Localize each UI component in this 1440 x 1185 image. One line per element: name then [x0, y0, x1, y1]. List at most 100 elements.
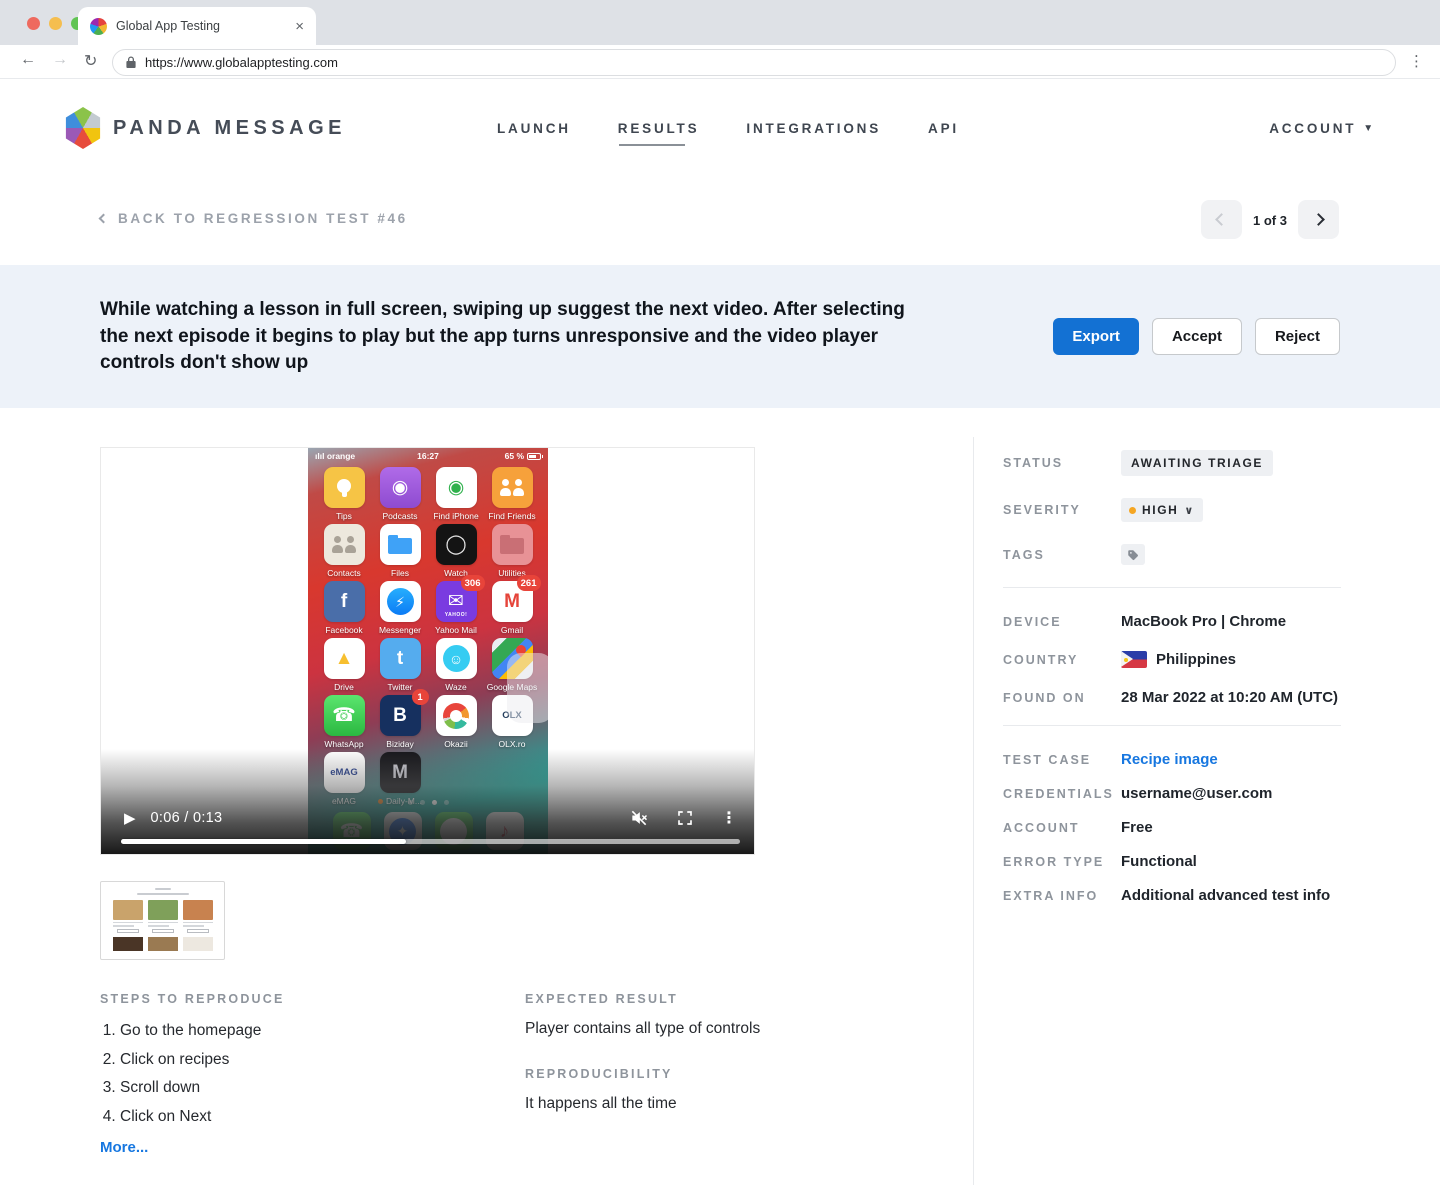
browser-tab[interactable]: Global App Testing ×	[78, 7, 316, 45]
notification-badge: 1	[412, 689, 429, 705]
phone-status-bar: ılıl orange 16:27 65 %	[308, 448, 548, 464]
phone-app-tips: Tips	[316, 467, 372, 521]
phone-app-podcasts: ◉Podcasts	[372, 467, 428, 521]
steps-to-reproduce-section: STEPS TO REPRODUCE Go to the homepageCli…	[100, 992, 480, 1157]
chevron-down-icon: ▼	[1363, 123, 1376, 134]
nav-results[interactable]: RESULTS	[618, 121, 700, 136]
chevron-right-icon	[1312, 213, 1325, 226]
back-link-label: BACK TO REGRESSION TEST #46	[118, 211, 408, 226]
step-item: Scroll down	[120, 1079, 480, 1097]
thumb-heading	[155, 888, 171, 890]
notification-badge: 261	[517, 575, 541, 591]
url-text: https://www.globalapptesting.com	[145, 55, 338, 70]
video-progress-bar[interactable]	[121, 839, 740, 844]
test-case-link[interactable]: Recipe image	[1121, 751, 1218, 768]
main-nav: LAUNCH RESULTS INTEGRATIONS API	[497, 121, 959, 136]
philippines-flag-icon	[1121, 651, 1147, 668]
browser-toolbar: ← → ↻ https://www.globalapptesting.com ⋮	[0, 45, 1440, 79]
thumb-subheading	[137, 893, 189, 895]
recipe-page-thumbnail[interactable]	[100, 881, 225, 960]
thumb-cards	[110, 900, 215, 934]
chevron-left-icon	[1215, 213, 1228, 226]
panda-message-logo[interactable]	[64, 107, 102, 149]
previous-bug-button[interactable]	[1201, 200, 1242, 239]
extra-info-label: EXTRA INFO	[1003, 889, 1121, 903]
reject-button[interactable]: Reject	[1255, 318, 1340, 355]
more-link[interactable]: More...	[100, 1139, 148, 1156]
notification-badge: 306	[461, 575, 485, 591]
test-case-label: TEST CASE	[1003, 753, 1121, 767]
status-badge: AWAITING TRIAGE	[1121, 450, 1273, 476]
phone-app-utilities: Utilities	[484, 524, 540, 578]
error-type-label: ERROR TYPE	[1003, 855, 1121, 869]
tags-label: TAGS	[1003, 548, 1121, 562]
expected-text: Player contains all type of controls	[525, 1020, 945, 1038]
pagination-label: 1 of 3	[1246, 213, 1294, 228]
phone-battery: 65 %	[505, 451, 541, 461]
divider	[1003, 725, 1341, 726]
bug-title-band: While watching a lesson in full screen, …	[0, 265, 1440, 408]
phone-app-okazii: Okazii	[428, 695, 484, 749]
nav-api[interactable]: API	[928, 121, 959, 136]
country-value: Philippines	[1156, 651, 1236, 668]
account-type-label: ACCOUNT	[1003, 821, 1121, 835]
reload-icon[interactable]: ↻	[84, 51, 97, 71]
play-icon[interactable]: ▶	[124, 809, 136, 827]
browser-menu-icon[interactable]: ⋮	[1409, 52, 1424, 70]
add-tag-button[interactable]	[1121, 544, 1145, 565]
next-bug-button[interactable]	[1298, 200, 1339, 239]
phone-app-yahoo-mail: ✉YAHOO!306Yahoo Mail	[428, 581, 484, 635]
page: Global App Testing × ← → ↻ https://www.g…	[0, 0, 1440, 1185]
phone-app-facebook: fFacebook	[316, 581, 372, 635]
browser-tab-bar: Global App Testing ×	[0, 0, 1440, 45]
steps-list: Go to the homepageClick on recipesScroll…	[120, 1022, 480, 1126]
repro-heading: REPRODUCIBILITY	[525, 1067, 945, 1081]
expected-result-section: EXPECTED RESULT Player contains all type…	[525, 992, 945, 1038]
steps-heading: STEPS TO REPRODUCE	[100, 992, 480, 1006]
battery-icon	[527, 453, 541, 460]
account-menu[interactable]: ACCOUNT ▼	[1269, 121, 1376, 136]
severity-label: SEVERITY	[1003, 503, 1121, 517]
phone-app-files: Files	[372, 524, 428, 578]
video-menu-icon[interactable]: ⋮	[721, 808, 737, 828]
reproducibility-section: REPRODUCIBILITY It happens all the time	[525, 1067, 945, 1113]
bug-title: While watching a lesson in full screen, …	[100, 297, 930, 377]
url-bar[interactable]: https://www.globalapptesting.com	[112, 49, 1396, 76]
minimize-window-button[interactable]	[49, 17, 62, 30]
tab-close-icon[interactable]: ×	[295, 19, 304, 34]
app-title: PANDA MESSAGE	[113, 117, 346, 140]
phone-app-find-friends: Find Friends	[484, 467, 540, 521]
back-to-regression-link[interactable]: BACK TO REGRESSION TEST #46	[100, 211, 408, 226]
nav-launch[interactable]: LAUNCH	[497, 121, 571, 136]
account-type-value: Free	[1121, 819, 1153, 836]
window-controls	[27, 17, 84, 30]
forward-icon[interactable]: →	[52, 51, 68, 69]
export-button[interactable]: Export	[1053, 318, 1139, 355]
thumb-cards-row2	[110, 937, 215, 951]
phone-app-biziday: B1Biziday	[372, 695, 428, 749]
phone-app-messenger: ⚡Messenger	[372, 581, 428, 635]
severity-dropdown[interactable]: HIGH ∨	[1121, 498, 1203, 522]
tag-icon	[1127, 549, 1139, 561]
accept-button[interactable]: Accept	[1152, 318, 1242, 355]
phone-app-waze: ☺Waze	[428, 638, 484, 692]
account-label: ACCOUNT	[1269, 121, 1356, 136]
nav-integrations[interactable]: INTEGRATIONS	[746, 121, 881, 136]
back-icon[interactable]: ←	[20, 51, 36, 69]
close-window-button[interactable]	[27, 17, 40, 30]
bug-video-player[interactable]: ılıl orange 16:27 65 % Tips◉Podcasts◉Fin…	[100, 447, 755, 855]
expected-heading: EXPECTED RESULT	[525, 992, 945, 1006]
tab-title: Global App Testing	[116, 19, 286, 33]
device-label: DEVICE	[1003, 615, 1121, 629]
bug-details-sidebar: STATUS AWAITING TRIAGE SEVERITY HIGH ∨ T…	[973, 437, 1440, 1185]
phone-app-whatsapp: ☎WhatsApp	[316, 695, 372, 749]
severity-value: HIGH	[1142, 503, 1178, 517]
lock-icon	[126, 56, 136, 69]
phone-app-find-iphone: ◉Find iPhone	[428, 467, 484, 521]
mute-icon[interactable]	[629, 808, 649, 828]
chevron-down-icon: ∨	[1184, 504, 1195, 517]
device-value: MacBook Pro | Chrome	[1121, 613, 1286, 630]
phone-app-contacts: Contacts	[316, 524, 372, 578]
fullscreen-icon[interactable]	[676, 809, 694, 827]
country-label: COUNTRY	[1003, 653, 1121, 667]
